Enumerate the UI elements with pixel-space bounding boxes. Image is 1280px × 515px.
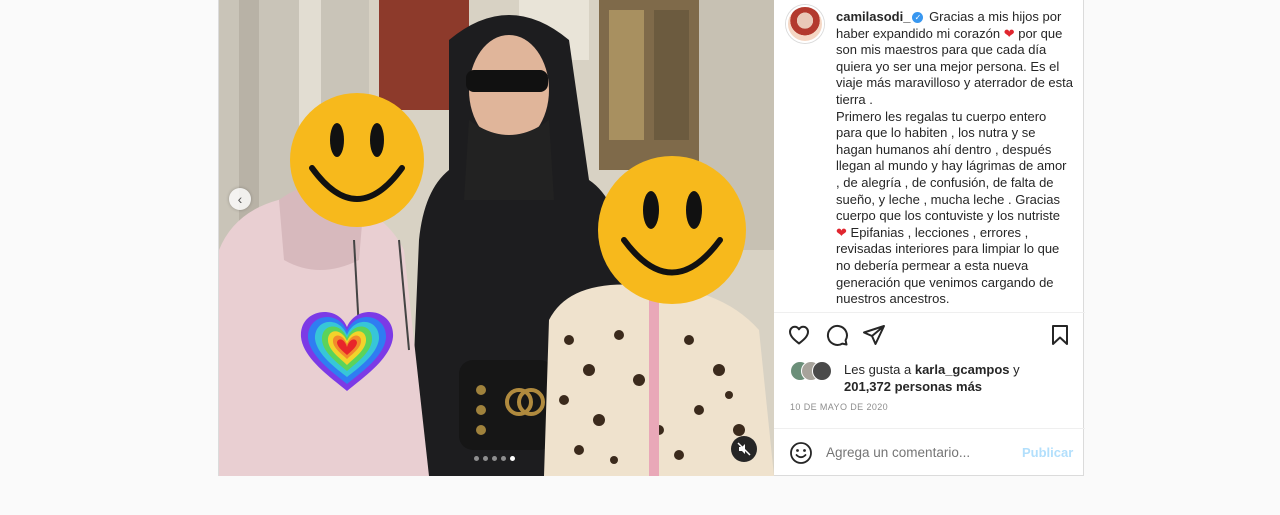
likes-count-link[interactable]: 201,372 personas más bbox=[844, 379, 982, 394]
caption-line: generación que venimos cargando de bbox=[836, 274, 1054, 290]
speech-bubble-icon[interactable] bbox=[825, 323, 849, 347]
caption-line: nuestros ancestros. bbox=[836, 291, 950, 307]
chevron-left-icon: ‹ bbox=[237, 191, 243, 207]
carousel-dot-active bbox=[510, 456, 515, 461]
bookmark-icon[interactable] bbox=[1048, 323, 1072, 347]
carousel-dot bbox=[501, 456, 506, 461]
caption-line: hagan humanos ahí dentro , después bbox=[836, 141, 1052, 157]
red-heart-emoji-icon: ❤ bbox=[836, 224, 847, 240]
likes-conjunction: y bbox=[1013, 362, 1020, 377]
caption-line: tierra . bbox=[836, 91, 873, 107]
carousel-dot bbox=[474, 456, 479, 461]
post-photo[interactable]: ‹ bbox=[219, 0, 774, 476]
caption-line: son mis maestros para que cada día bbox=[836, 42, 1047, 58]
caption-line: cuerpo que los contuviste y los nutriste bbox=[836, 208, 1061, 224]
comment-input[interactable] bbox=[826, 445, 1006, 460]
instagram-post: ‹ camilasodi_ ✓ Gracias a mis hijos por h… bbox=[218, 0, 1085, 476]
likes-prefix: Les gusta a bbox=[844, 362, 912, 377]
carousel-dot bbox=[483, 456, 488, 461]
liker-username-link[interactable]: karla_gcampos bbox=[915, 362, 1010, 377]
verified-badge-icon: ✓ bbox=[912, 12, 924, 23]
caption-line: no debería permear a esta nueva bbox=[836, 257, 1029, 273]
caption-line: viaje más maravilloso y aterrador de est… bbox=[836, 75, 1073, 91]
caption-line: Primero les regalas tu cuerpo entero bbox=[836, 108, 1047, 124]
post-sidebar: camilasodi_ ✓ Gracias a mis hijos por hab… bbox=[774, 0, 1085, 476]
carousel-indicator bbox=[474, 456, 515, 461]
caption-area: camilasodi_ ✓ Gracias a mis hijos por hab… bbox=[774, 0, 1085, 310]
smiley-icon[interactable] bbox=[789, 441, 813, 465]
photo-illustration bbox=[219, 0, 774, 476]
paper-plane-icon[interactable] bbox=[862, 323, 886, 347]
carousel-prev-button[interactable]: ‹ bbox=[229, 188, 251, 210]
username-link[interactable]: camilasodi_ bbox=[836, 9, 910, 24]
likes-text: Les gusta a karla_gcampos y 201,372 pers… bbox=[844, 361, 1020, 395]
caption-line: Gracias a mis hijos por bbox=[929, 9, 1062, 24]
avatar[interactable] bbox=[812, 361, 832, 381]
caption-line: por que bbox=[1018, 25, 1063, 41]
caption-line: haber expandido mi corazón bbox=[836, 25, 1001, 41]
heart-outline-icon[interactable] bbox=[787, 323, 811, 347]
mute-button[interactable] bbox=[731, 436, 757, 462]
action-bar bbox=[774, 312, 1085, 359]
caption-line: Epifanias , lecciones , errores , bbox=[850, 224, 1029, 240]
caption-line: para que lo habiten , los nutra y se bbox=[836, 125, 1036, 141]
liker-avatars bbox=[790, 361, 840, 383]
caption-line: quiera yo ser una mejor persona. Es el bbox=[836, 58, 1060, 74]
likes-section: Les gusta a karla_gcampos y 201,372 pers… bbox=[790, 361, 1080, 397]
caption-text: camilasodi_ ✓ Gracias a mis hijos por hab… bbox=[836, 9, 1076, 308]
publish-button[interactable]: Publicar bbox=[1022, 445, 1073, 460]
caption-line: sueño, y leche , mucha leche . Gracias bbox=[836, 191, 1061, 207]
carousel-dot bbox=[492, 456, 497, 461]
red-heart-emoji-icon: ❤ bbox=[1003, 25, 1015, 41]
avatar[interactable] bbox=[786, 5, 824, 43]
muted-speaker-icon bbox=[737, 442, 751, 456]
caption-line: llegan al mundo y hay lágrimas de amor bbox=[836, 158, 1067, 174]
caption-line: revisadas interiores para limpiar lo que bbox=[836, 241, 1060, 257]
caption-line: , de alegría , de confusión, de falta de bbox=[836, 174, 1054, 190]
comment-bar: Publicar bbox=[774, 428, 1085, 477]
post-date[interactable]: 10 DE MAYO DE 2020 bbox=[790, 402, 888, 412]
